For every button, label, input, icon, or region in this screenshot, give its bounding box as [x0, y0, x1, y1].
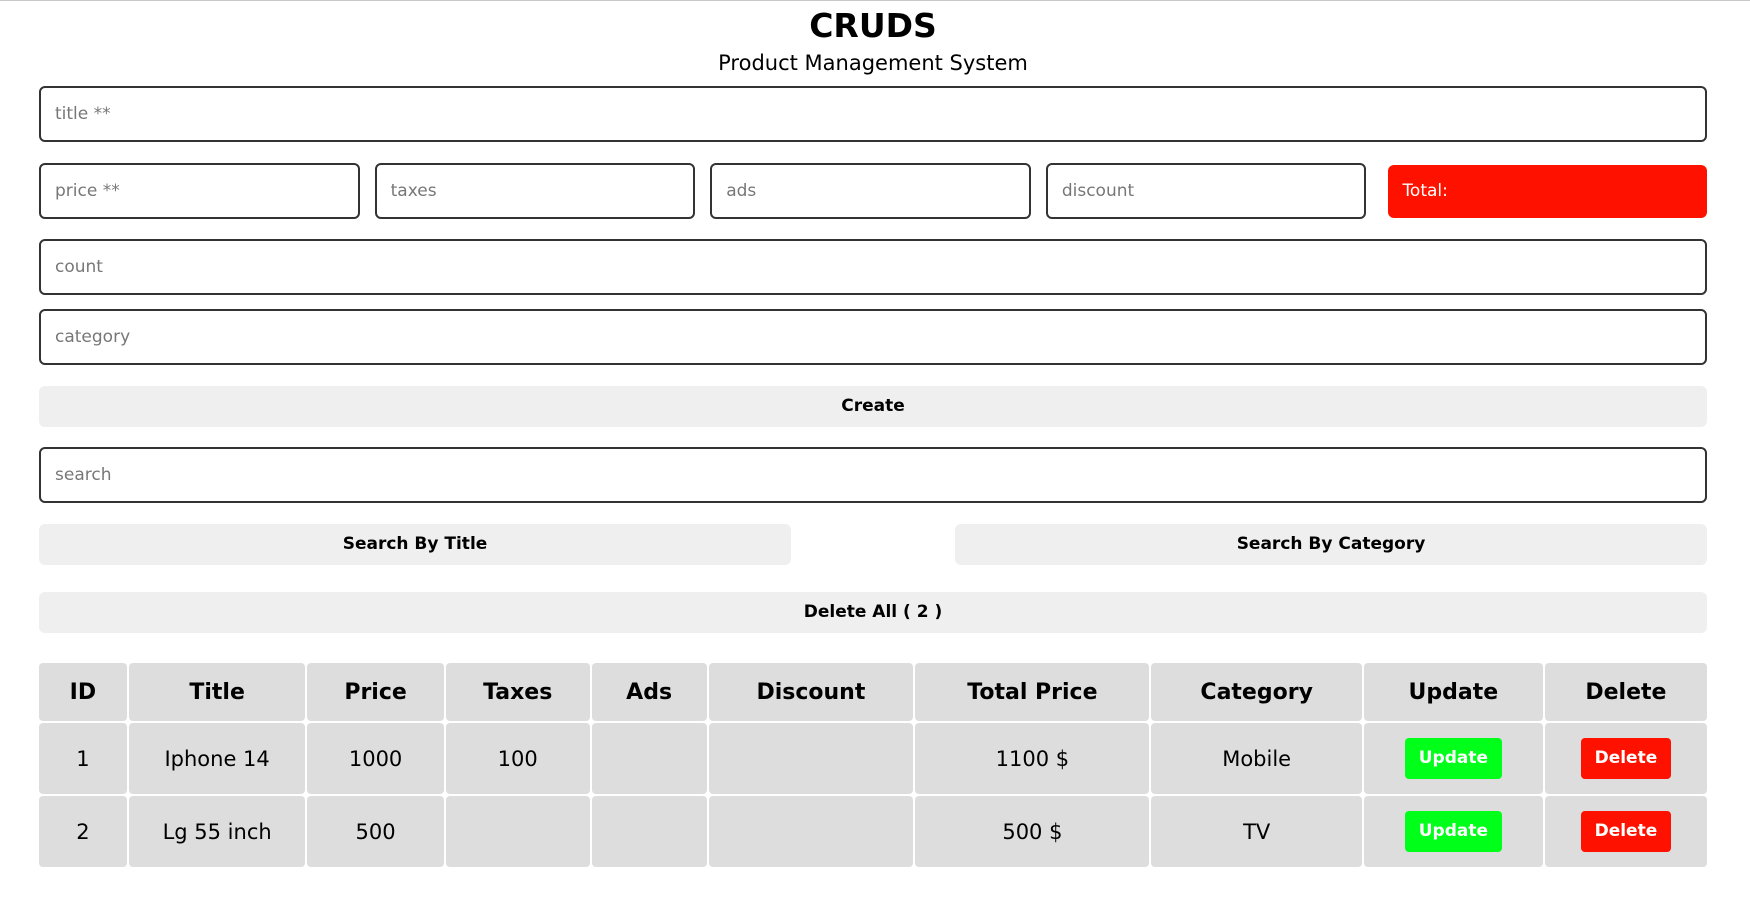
cell-delete: Delete: [1544, 723, 1707, 794]
cell-category: Mobile: [1151, 723, 1362, 794]
cell-discount: [708, 723, 914, 794]
cell-taxes: 100: [445, 723, 590, 794]
header-delete: Delete: [1544, 663, 1707, 721]
table-row: 2 Lg 55 inch 500 500 $ TV Update Delete: [39, 796, 1707, 867]
header-id: ID: [39, 663, 127, 721]
cell-total: 1100 $: [915, 723, 1150, 794]
cell-price: 1000: [307, 723, 444, 794]
cell-title: Lg 55 inch: [128, 796, 306, 867]
header-ads: Ads: [591, 663, 707, 721]
total-display: Total:: [1388, 164, 1708, 218]
taxes-input[interactable]: [374, 163, 696, 219]
category-input[interactable]: [39, 309, 1707, 365]
crud-app: CRUDS Product Management System Total: C…: [37, 0, 1709, 869]
delete-button[interactable]: Delete: [1580, 811, 1672, 852]
header-title: Title: [128, 663, 306, 721]
cell-category: TV: [1151, 796, 1362, 867]
page-title: CRUDS: [809, 6, 937, 45]
cell-price: 500: [307, 796, 444, 867]
cell-discount: [708, 796, 914, 867]
cell-title: Iphone 14: [128, 723, 306, 794]
cell-taxes: [445, 796, 590, 867]
cell-ads: [591, 796, 707, 867]
delete-all-button[interactable]: Delete All ( 2 ): [39, 592, 1707, 633]
header-total-price: Total Price: [915, 663, 1150, 721]
search-by-category-button[interactable]: Search By Category: [955, 524, 1707, 565]
table-row: 1 Iphone 14 1000 100 1100 $ Mobile Updat…: [39, 723, 1707, 794]
header-category: Category: [1151, 663, 1362, 721]
cell-id: 2: [39, 796, 127, 867]
count-input[interactable]: [39, 239, 1707, 295]
page-subtitle: Product Management System: [718, 51, 1028, 75]
title-input[interactable]: [39, 86, 1707, 142]
header-discount: Discount: [708, 663, 914, 721]
search-input[interactable]: [39, 447, 1707, 503]
table-header-row: ID Title Price Taxes Ads Discount Total …: [39, 663, 1707, 721]
total-label: Total:: [1402, 180, 1448, 201]
price-input[interactable]: [39, 163, 360, 219]
header-price: Price: [307, 663, 444, 721]
search-buttons: Search By Title Search By Category: [39, 524, 1707, 565]
update-button[interactable]: Update: [1404, 738, 1503, 779]
cell-total: 500 $: [915, 796, 1150, 867]
create-button[interactable]: Create: [39, 386, 1707, 427]
cell-update: Update: [1363, 796, 1543, 867]
cell-update: Update: [1363, 723, 1543, 794]
cell-ads: [591, 723, 707, 794]
header-update: Update: [1363, 663, 1543, 721]
search-by-title-button[interactable]: Search By Title: [39, 524, 791, 565]
discount-input[interactable]: [1045, 163, 1367, 219]
ads-input[interactable]: [710, 163, 1031, 219]
products-table: ID Title Price Taxes Ads Discount Total …: [37, 661, 1709, 869]
cell-id: 1: [39, 723, 127, 794]
update-button[interactable]: Update: [1404, 811, 1503, 852]
cell-delete: Delete: [1544, 796, 1707, 867]
header-taxes: Taxes: [445, 663, 590, 721]
delete-button[interactable]: Delete: [1580, 738, 1672, 779]
price-row: Total:: [39, 163, 1708, 219]
